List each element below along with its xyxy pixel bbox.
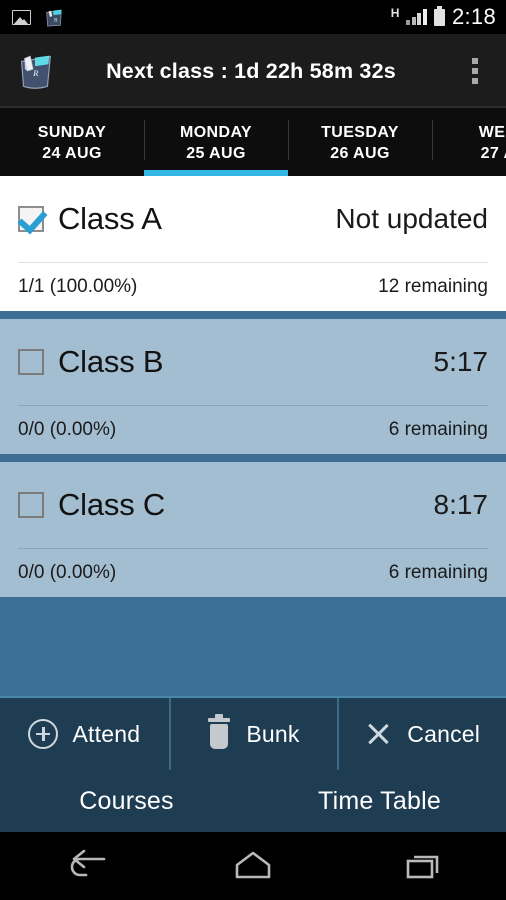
tab-monday[interactable]: MONDAY 25 AUG (144, 108, 288, 176)
attend-button[interactable]: Attend (0, 698, 169, 770)
class-list: Class A Not updated 1/1 (100.00%) 12 rem… (0, 176, 506, 696)
class-name: Class C (58, 487, 166, 522)
android-nav-bar (0, 832, 506, 900)
tab-day-label: MONDAY (179, 124, 253, 141)
status-bar-notifications: R (12, 6, 65, 28)
class-remaining: 6 remaining (388, 562, 488, 583)
class-row-header: Class C 8:17 (18, 462, 488, 548)
class-remaining: 6 remaining (388, 419, 488, 440)
cancel-label: Cancel (407, 720, 481, 747)
bottom-nav: Courses Time Table (0, 770, 506, 832)
status-bar-indicators: H 2:18 (391, 4, 496, 30)
overflow-menu-icon[interactable] (452, 34, 498, 108)
svg-text:R: R (32, 68, 39, 78)
class-attendance: 0/0 (0.00%) (18, 562, 117, 583)
class-row-footer: 0/0 (0.00%) 6 remaining (18, 406, 488, 454)
class-name: Class A (58, 201, 162, 236)
image-icon (12, 9, 31, 25)
app-root: R H 2:18 R Next class : 1d 22h 58m 32s S… (0, 0, 506, 900)
tab-day-label: TUESDAY (321, 124, 399, 141)
recents-icon[interactable] (337, 849, 506, 883)
class-row-header: Class B 5:17 (18, 319, 488, 405)
class-remaining: 12 remaining (378, 276, 488, 297)
status-bar: R H 2:18 (0, 0, 506, 34)
action-bar: R Next class : 1d 22h 58m 32s (0, 34, 506, 108)
class-attendance: 1/1 (100.00%) (18, 276, 138, 297)
list-gap (0, 597, 506, 605)
tab-day-label: WEDN (478, 124, 506, 141)
tab-date-label: 26 AUG (330, 145, 390, 162)
class-row-b[interactable]: Class B 5:17 0/0 (0.00%) 6 remaining (0, 319, 506, 454)
class-row-c[interactable]: Class C 8:17 0/0 (0.00%) 6 remaining (0, 462, 506, 597)
action-button-bar: Attend Bunk Cancel (0, 696, 506, 770)
status-bar-clock: 2:18 (451, 4, 496, 29)
tab-sunday[interactable]: SUNDAY 24 AUG (0, 108, 144, 176)
class-name: Class B (58, 344, 164, 379)
attend-label: Attend (72, 720, 141, 747)
battery-icon (433, 5, 445, 26)
trash-icon (206, 714, 232, 750)
nav-item-courses[interactable]: Courses (0, 770, 253, 832)
list-gap (0, 311, 506, 319)
tab-day-label: SUNDAY (37, 124, 107, 141)
app-notification-icon: R (43, 6, 65, 28)
class-checkbox[interactable] (18, 492, 44, 518)
class-checkbox[interactable] (18, 206, 44, 232)
class-checkbox[interactable] (18, 349, 44, 375)
list-gap (0, 454, 506, 462)
class-status: 8:17 (433, 489, 489, 520)
cancel-button[interactable]: Cancel (337, 698, 506, 770)
tab-date-label: 27 AU (480, 145, 506, 162)
courses-label: Courses (79, 786, 174, 815)
class-row-a[interactable]: Class A Not updated 1/1 (100.00%) 12 rem… (0, 176, 506, 311)
class-row-footer: 1/1 (100.00%) 12 remaining (18, 263, 488, 311)
network-type-label: H (390, 6, 400, 20)
class-row-footer: 0/0 (0.00%) 6 remaining (18, 549, 488, 597)
class-row-header: Class A Not updated (18, 176, 488, 262)
svg-text:R: R (54, 18, 58, 24)
plus-circle-icon (28, 719, 59, 749)
class-attendance: 0/0 (0.00%) (18, 419, 117, 440)
bunk-button[interactable]: Bunk (168, 698, 338, 770)
pocket-pens-icon: R (12, 48, 58, 94)
back-icon[interactable] (0, 849, 169, 883)
tab-date-label: 24 AUG (42, 145, 102, 162)
signal-icon (406, 9, 427, 25)
page-title: Next class : 1d 22h 58m 32s (106, 58, 396, 83)
time-table-label: Time Table (318, 786, 441, 815)
bunk-label: Bunk (246, 720, 300, 747)
tab-wednesday[interactable]: WEDN 27 AU (432, 108, 506, 176)
class-status: Not updated (335, 203, 488, 234)
home-icon[interactable] (169, 849, 338, 883)
close-x-icon (363, 719, 393, 749)
day-tabs: SUNDAY 24 AUG MONDAY 25 AUG TUESDAY 26 A… (0, 108, 506, 176)
class-status: 5:17 (433, 346, 489, 377)
nav-item-time-table[interactable]: Time Table (253, 770, 506, 832)
tab-tuesday[interactable]: TUESDAY 26 AUG (288, 108, 432, 176)
tab-date-label: 25 AUG (186, 145, 246, 162)
